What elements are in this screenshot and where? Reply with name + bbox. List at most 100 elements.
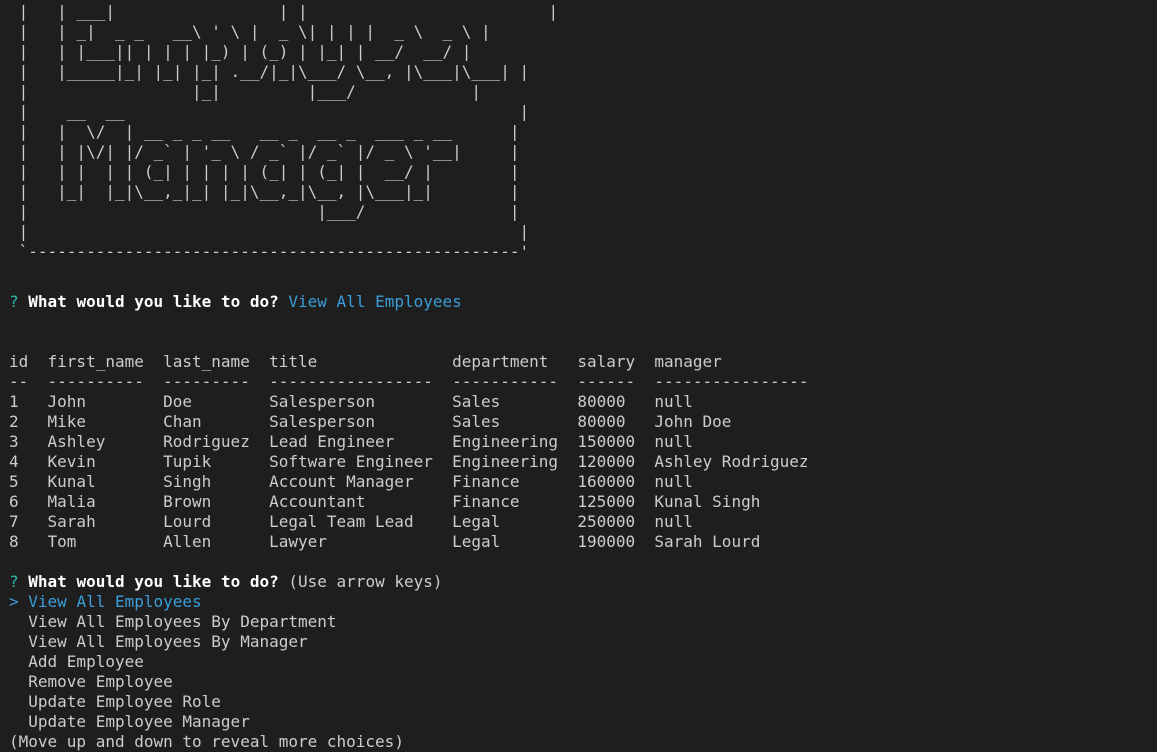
table-cell: Ashley <box>47 432 106 451</box>
choice-label: Add Employee <box>28 652 144 671</box>
choice-item[interactable]: Add Employee <box>9 652 144 672</box>
table-row: 4 Kevin Tupik Software Engineer Engineering 1… <box>9 452 828 472</box>
table-cell: Finance <box>452 492 520 511</box>
table-cell: 1 <box>9 392 19 411</box>
column-divider: ----------- <box>452 372 559 391</box>
table-cell: Sarah Lourd <box>654 532 761 551</box>
choice-label: View All Employees By Department <box>28 612 337 631</box>
table-cell: Ashley Rodriguez <box>654 452 809 471</box>
table-header-row: id first_name last_name title department sala… <box>9 352 828 372</box>
choice-label: Remove Employee <box>28 672 173 691</box>
column-divider: ----------------- <box>269 372 433 391</box>
more-choices-hint: (Move up and down to reveal more choices… <box>9 732 404 751</box>
table-cell: Allen <box>163 532 212 551</box>
table-cell: 190000 <box>577 532 636 551</box>
table-cell: Lead Engineer <box>269 432 395 451</box>
column-header: salary <box>577 352 636 371</box>
table-divider-row: -- ---------- --------- ----------------- --… <box>9 372 828 392</box>
table-cell: 4 <box>9 452 19 471</box>
prompt-active: ? What would you like to do? (Use arrow … <box>9 572 443 592</box>
question-mark-icon: ? <box>9 292 19 311</box>
table-cell: Accountant <box>269 492 366 511</box>
table-row: 1 John Doe Salesperson Sales 80000 null <box>9 392 828 412</box>
table-cell: null <box>654 392 693 411</box>
table-cell: Account Manager <box>269 472 414 491</box>
table-cell: Lawyer <box>269 532 327 551</box>
table-cell: 7 <box>9 512 19 531</box>
table-cell: John <box>47 392 87 411</box>
table-cell: Tupik <box>163 452 212 471</box>
table-cell: Sales <box>452 412 501 431</box>
table-cell: Brown <box>163 492 212 511</box>
column-divider: --------- <box>163 372 250 391</box>
table-cell: Kevin <box>47 452 96 471</box>
choice-item[interactable]: > View All Employees <box>9 592 202 612</box>
column-header: title <box>269 352 318 371</box>
question-mark-icon: ? <box>9 572 19 591</box>
terminal-window: | | ___| | | | | | _| _ _ __\ ' \ | _ \|… <box>0 0 1157 751</box>
table-cell: 120000 <box>577 452 636 471</box>
column-header: department <box>452 352 549 371</box>
employee-table: id first_name last_name title department sala… <box>9 352 828 552</box>
table-row: 7 Sarah Lourd Legal Team Lead Legal 250000 nul… <box>9 512 828 532</box>
table-row: 8 Tom Allen Lawyer Legal 190000 Sarah Lourd <box>9 532 828 552</box>
table-cell: Engineering <box>452 452 559 471</box>
table-cell: Salesperson <box>269 412 376 431</box>
table-cell: Finance <box>452 472 520 491</box>
table-cell: Lourd <box>163 512 212 531</box>
table-cell: Sarah <box>47 512 96 531</box>
table-cell: Software Engineer <box>269 452 433 471</box>
table-cell: Legal <box>452 512 501 531</box>
table-cell: Doe <box>163 392 193 411</box>
column-divider: ---------- <box>47 372 144 391</box>
table-cell: Malia <box>47 492 96 511</box>
choice-item[interactable]: Remove Employee <box>9 672 173 692</box>
choice-label: View All Employees By Manager <box>28 632 308 651</box>
table-cell: 2 <box>9 412 19 431</box>
table-cell: 8 <box>9 532 19 551</box>
table-cell: 3 <box>9 432 19 451</box>
prompt-hint: (Use arrow keys) <box>288 572 443 591</box>
ascii-banner: | | ___| | | | | | _| _ _ __\ ' \ | _ \|… <box>18 2 559 261</box>
prompt-answered: ? What would you like to do? View All Em… <box>9 292 462 312</box>
table-cell: John Doe <box>654 412 732 431</box>
table-cell: 80000 <box>577 412 626 431</box>
choice-item[interactable]: View All Employees By Manager <box>9 632 308 652</box>
table-cell: null <box>654 512 693 531</box>
table-cell: 160000 <box>577 472 636 491</box>
table-cell: Kunal <box>47 472 96 491</box>
table-cell: Legal <box>452 532 501 551</box>
table-row: 2 Mike Chan Salesperson Sales 80000 John Doe <box>9 412 828 432</box>
table-cell: Chan <box>163 412 202 431</box>
table-cell: 250000 <box>577 512 636 531</box>
table-cell: Salesperson <box>269 392 376 411</box>
table-cell: Sales <box>452 392 501 411</box>
table-cell: Rodriguez <box>163 432 250 451</box>
table-cell: Kunal Singh <box>654 492 761 511</box>
choice-item[interactable]: Update Employee Manager <box>9 712 250 732</box>
table-row: 6 Malia Brown Accountant Finance 125000 Kunal … <box>9 492 828 512</box>
choice-label: View All Employees <box>28 592 202 611</box>
column-header: first_name <box>47 352 144 371</box>
table-cell: Tom <box>47 532 77 551</box>
table-row: 5 Kunal Singh Account Manager Finance 160000 n… <box>9 472 828 492</box>
pointer-icon: > <box>9 592 19 611</box>
table-cell: 80000 <box>577 392 626 411</box>
prompt-question: What would you like to do? <box>28 572 279 591</box>
prompt-question: What would you like to do? <box>28 292 279 311</box>
table-cell: 150000 <box>577 432 636 451</box>
choice-item[interactable]: View All Employees By Department <box>9 612 337 632</box>
table-cell: Singh <box>163 472 212 491</box>
table-cell: Engineering <box>452 432 559 451</box>
choice-item[interactable]: Update Employee Role <box>9 692 221 712</box>
table-cell: 125000 <box>577 492 636 511</box>
column-header: manager <box>654 352 722 371</box>
table-cell: Legal Team Lead <box>269 512 414 531</box>
table-cell: Mike <box>47 412 87 431</box>
table-cell: null <box>654 432 693 451</box>
table-cell: 5 <box>9 472 19 491</box>
prompt-answer: View All Employees <box>288 292 462 311</box>
column-header: last_name <box>163 352 250 371</box>
table-cell: null <box>654 472 693 491</box>
column-divider: ------ <box>577 372 636 391</box>
